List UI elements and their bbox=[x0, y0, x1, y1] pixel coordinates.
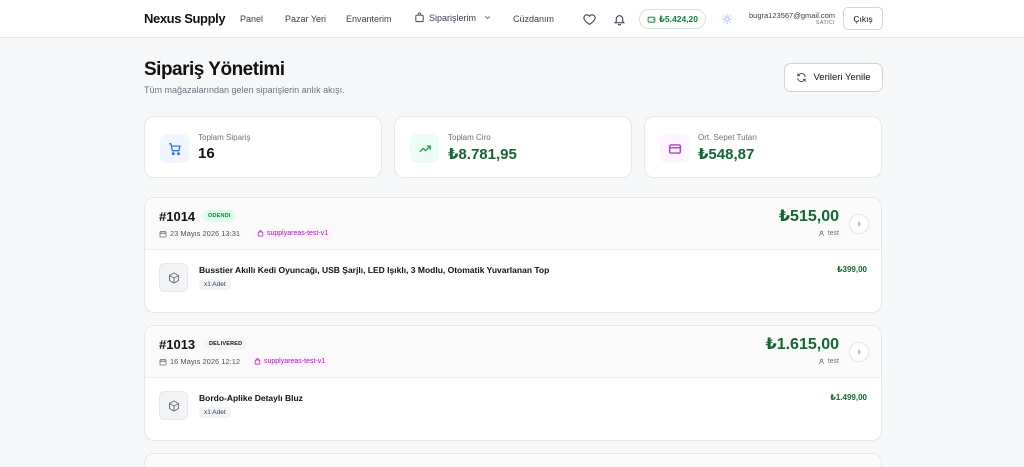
page-subtitle: Tüm mağazalarından gelen siparişlerin an… bbox=[144, 85, 345, 95]
store-tag: supplyareas-test-v1 bbox=[253, 228, 333, 239]
store-tag: supplyareas-test-v1 bbox=[250, 356, 330, 367]
bell-icon[interactable] bbox=[610, 10, 628, 28]
item-quantity: x1 Adet bbox=[199, 407, 231, 418]
nav-link-orders: Siparişlerim bbox=[429, 12, 477, 23]
store-name: supplyareas-test-v1 bbox=[267, 230, 329, 237]
stat-value: ₺548,87 bbox=[698, 146, 755, 163]
brand-logo[interactable]: Nexus Supply bbox=[144, 11, 226, 26]
nav-dropdown-orders[interactable]: Siparişlerim bbox=[414, 12, 492, 23]
cart-icon bbox=[160, 134, 189, 163]
wallet-balance-pill[interactable]: ₺5.424,20 bbox=[639, 9, 706, 29]
chevron-right-icon bbox=[855, 348, 863, 356]
user-icon bbox=[818, 358, 825, 365]
trending-up-icon bbox=[410, 134, 439, 163]
store-icon bbox=[257, 230, 264, 237]
item-name: Bordo-Aplike Detaylı Bluz bbox=[199, 393, 303, 403]
top-navbar: Nexus Supply Panel Pazar Yeri Envanterim… bbox=[0, 0, 1024, 38]
heart-icon[interactable] bbox=[580, 10, 598, 28]
order-customer: test bbox=[818, 358, 839, 365]
stat-value: 16 bbox=[198, 145, 215, 162]
order-expand-button[interactable] bbox=[849, 342, 869, 362]
order-card[interactable]: #1013 DELIVERED 16 Mayıs 2026 12:12 supp… bbox=[144, 325, 882, 441]
theme-toggle-sun-icon[interactable] bbox=[718, 10, 736, 28]
stat-label: Toplam Sipariş bbox=[198, 133, 251, 142]
wallet-icon bbox=[647, 15, 656, 24]
order-card-partial[interactable] bbox=[144, 453, 882, 467]
stat-card-total-orders: Toplam Sipariş 16 bbox=[144, 116, 382, 178]
order-date-text: 23 Mayıs 2026 13:31 bbox=[170, 229, 241, 238]
stat-value: ₺8.781,95 bbox=[448, 146, 517, 163]
page-title: Sipariş Yönetimi bbox=[144, 59, 285, 80]
package-icon bbox=[159, 263, 188, 292]
order-date: 23 Mayıs 2026 13:31 bbox=[159, 229, 240, 238]
wallet-balance: ₺5.424,20 bbox=[658, 13, 698, 24]
user-role: SATICI bbox=[815, 20, 835, 26]
orders-bag-icon bbox=[414, 12, 425, 23]
order-expand-button[interactable] bbox=[849, 214, 869, 234]
order-id: #1014 bbox=[159, 209, 196, 224]
order-total: ₺1.615,00 bbox=[765, 336, 839, 353]
stat-card-total-revenue: Toplam Ciro ₺8.781,95 bbox=[394, 116, 632, 178]
nav-link-marketplace[interactable]: Pazar Yeri bbox=[285, 14, 326, 24]
order-total: ₺515,00 bbox=[778, 208, 839, 225]
nav-link-panel[interactable]: Panel bbox=[240, 14, 263, 24]
nav-link-wallet[interactable]: Cüzdanım bbox=[513, 14, 554, 24]
chevron-right-icon bbox=[855, 220, 863, 228]
order-date-text: 16 Mayıs 2026 12:12 bbox=[170, 357, 241, 366]
credit-card-icon bbox=[660, 134, 689, 163]
status-badge: DELIVERED bbox=[204, 338, 248, 350]
user-icon bbox=[818, 230, 825, 237]
calendar-icon bbox=[159, 358, 167, 366]
order-id: #1013 bbox=[159, 337, 196, 352]
refresh-icon bbox=[796, 72, 807, 83]
customer-name: test bbox=[827, 230, 839, 237]
stat-label: Ort. Sepet Tutarı bbox=[698, 133, 758, 142]
order-date: 16 Mayıs 2026 12:12 bbox=[159, 357, 240, 366]
user-email: bugra123567@gmail.com bbox=[749, 11, 835, 20]
logout-button[interactable]: Çıkış bbox=[843, 7, 883, 30]
item-quantity: x1 Adet bbox=[199, 279, 231, 290]
calendar-icon bbox=[159, 230, 167, 238]
refresh-label: Verileri Yenile bbox=[813, 72, 871, 83]
store-icon bbox=[254, 358, 261, 365]
customer-name: test bbox=[827, 358, 839, 365]
status-badge: ODENDI bbox=[203, 210, 236, 222]
refresh-data-button[interactable]: Verileri Yenile bbox=[784, 63, 883, 92]
item-price: ₺1.499,00 bbox=[830, 393, 867, 402]
store-name: supplyareas-test-v1 bbox=[264, 358, 326, 365]
nav-link-inventory[interactable]: Envanterim bbox=[346, 14, 392, 24]
stat-card-average-basket: Ort. Sepet Tutarı ₺548,87 bbox=[644, 116, 882, 178]
order-card[interactable]: #1014 ODENDI 23 Mayıs 2026 13:31 supplya… bbox=[144, 197, 882, 313]
stat-label: Toplam Ciro bbox=[448, 133, 491, 142]
item-name: Busstier Akıllı Kedi Oyuncağı, USB Şarjl… bbox=[199, 265, 550, 275]
order-header: #1013 DELIVERED 16 Mayıs 2026 12:12 supp… bbox=[145, 326, 881, 378]
package-icon bbox=[159, 391, 188, 420]
chevron-down-icon bbox=[483, 13, 492, 22]
item-price: ₺399,00 bbox=[836, 265, 867, 274]
order-customer: test bbox=[818, 230, 839, 237]
order-header: #1014 ODENDI 23 Mayıs 2026 13:31 supplya… bbox=[145, 198, 881, 250]
